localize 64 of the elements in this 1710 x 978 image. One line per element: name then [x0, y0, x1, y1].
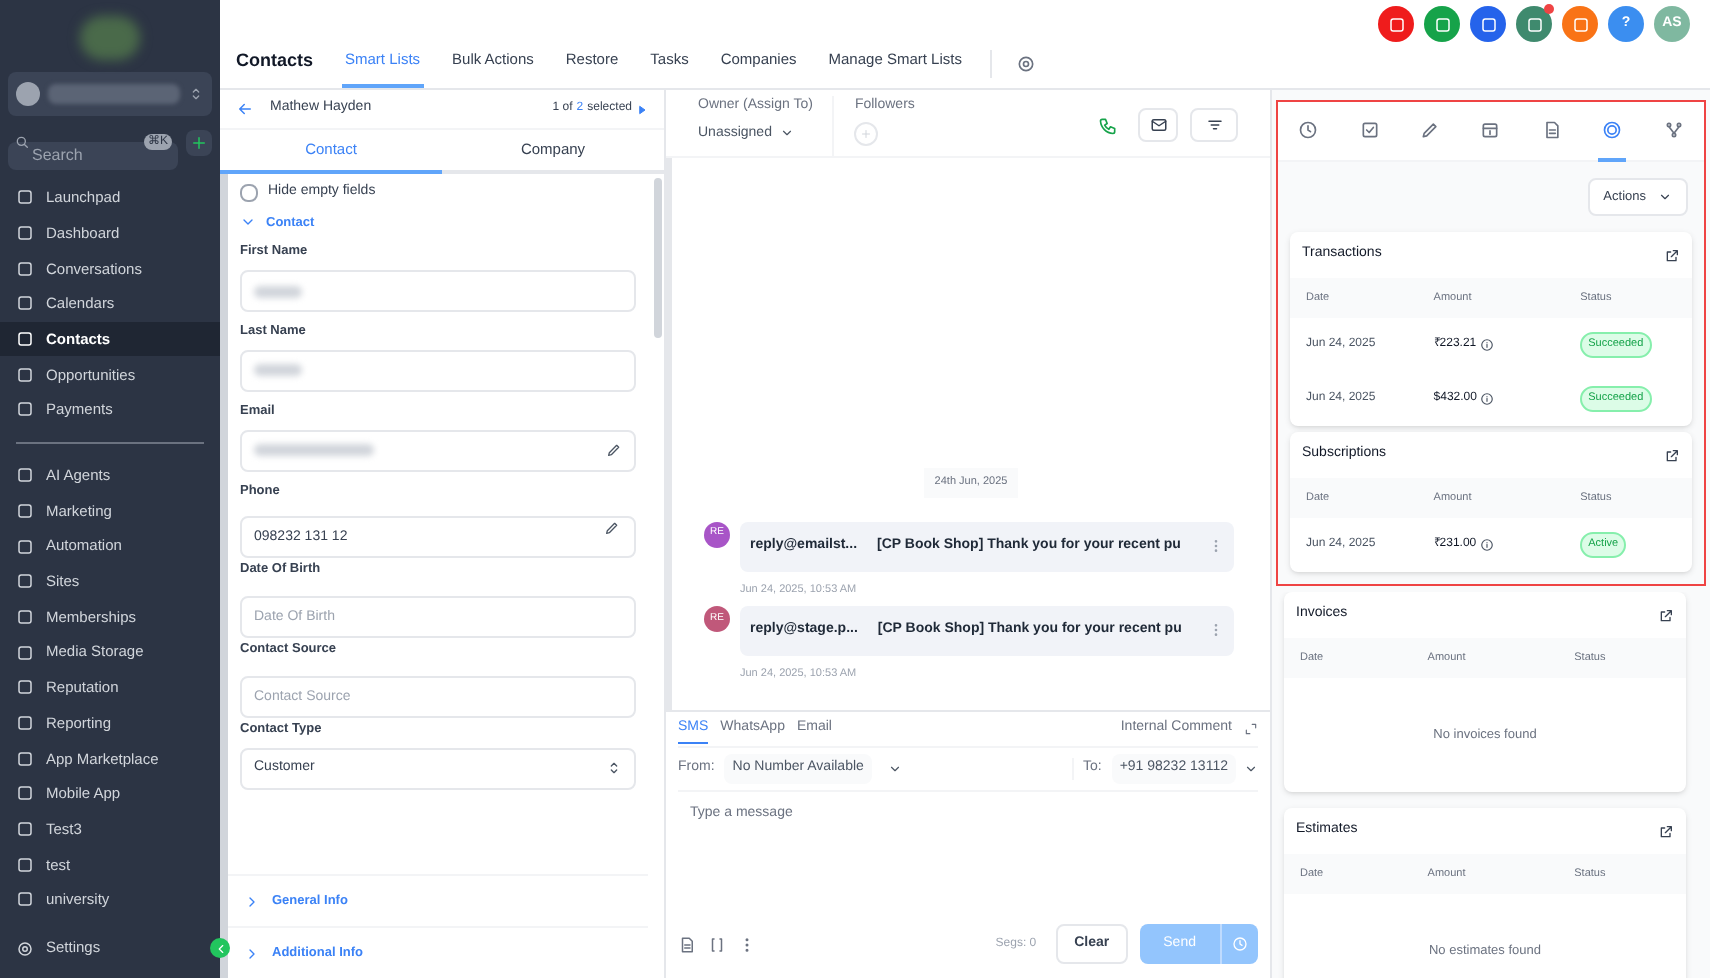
updown-icon	[606, 760, 622, 776]
chevron-down-icon	[1658, 190, 1672, 204]
calendar-icon	[1480, 119, 1501, 139]
document-icon	[1541, 119, 1562, 139]
coin-icon	[1602, 119, 1623, 139]
header-icon	[1571, 15, 1589, 33]
header-icon	[1387, 15, 1405, 33]
document-icon	[678, 935, 696, 953]
chevron-down-icon	[1244, 762, 1258, 776]
checkbox-icon	[1359, 119, 1380, 139]
header-icon	[1525, 15, 1543, 33]
search-icon	[14, 134, 30, 150]
settings-icon	[1015, 54, 1036, 74]
input-field[interactable]	[240, 270, 636, 312]
external-link-icon	[1658, 823, 1674, 839]
updown-icon	[188, 86, 204, 102]
chevron-right-icon	[244, 945, 260, 961]
avatar-icon	[16, 82, 40, 106]
blurred-text	[254, 444, 374, 456]
header-button[interactable]	[1378, 6, 1414, 42]
nodes-icon	[1663, 119, 1684, 139]
filter-icon	[1205, 116, 1223, 134]
header-icon	[1433, 15, 1451, 33]
next-arrow-icon	[636, 103, 648, 115]
clock-icon	[1298, 119, 1319, 139]
blurred-text	[48, 84, 180, 104]
input-field[interactable]	[240, 349, 636, 392]
braces-icon	[708, 935, 726, 953]
add-button[interactable]	[186, 129, 212, 155]
search-field[interactable]: Search	[8, 141, 178, 169]
pencil-icon	[1420, 119, 1441, 139]
expand-icon	[1244, 722, 1258, 736]
email-button[interactable]	[1138, 108, 1178, 142]
clock-icon	[1232, 936, 1248, 952]
back-arrow-icon	[236, 100, 254, 118]
header-icon	[1479, 15, 1497, 33]
chevron-right-icon	[244, 893, 260, 909]
input-field[interactable]	[240, 429, 636, 471]
header-button[interactable]	[1424, 6, 1460, 42]
settings-icon	[16, 939, 34, 957]
blurred-text	[254, 285, 302, 297]
checkbox[interactable]	[240, 183, 258, 202]
blurred-text	[254, 364, 302, 377]
collapse-button[interactable]	[210, 938, 230, 958]
info-icon	[1480, 338, 1495, 352]
info-icon	[1480, 538, 1495, 552]
info-icon	[1480, 392, 1495, 406]
external-link-icon	[1664, 447, 1680, 463]
plus-icon	[860, 127, 873, 139]
external-link-icon	[1664, 247, 1680, 263]
header-button[interactable]	[1470, 6, 1506, 42]
page-title: Contacts	[236, 47, 314, 73]
header-button[interactable]	[1516, 6, 1552, 42]
chevron-down-icon	[779, 126, 794, 141]
header-button[interactable]	[1562, 6, 1598, 42]
external-link-icon	[1658, 607, 1674, 623]
account-switcher[interactable]	[8, 72, 212, 116]
mail-icon	[1149, 116, 1167, 134]
phone-icon	[1098, 115, 1118, 135]
plus-icon	[190, 133, 208, 151]
logo-placeholder	[80, 16, 140, 60]
filter-button[interactable]	[1190, 108, 1238, 142]
chevron-left-icon	[213, 941, 227, 955]
chevron-down-icon	[887, 762, 902, 776]
